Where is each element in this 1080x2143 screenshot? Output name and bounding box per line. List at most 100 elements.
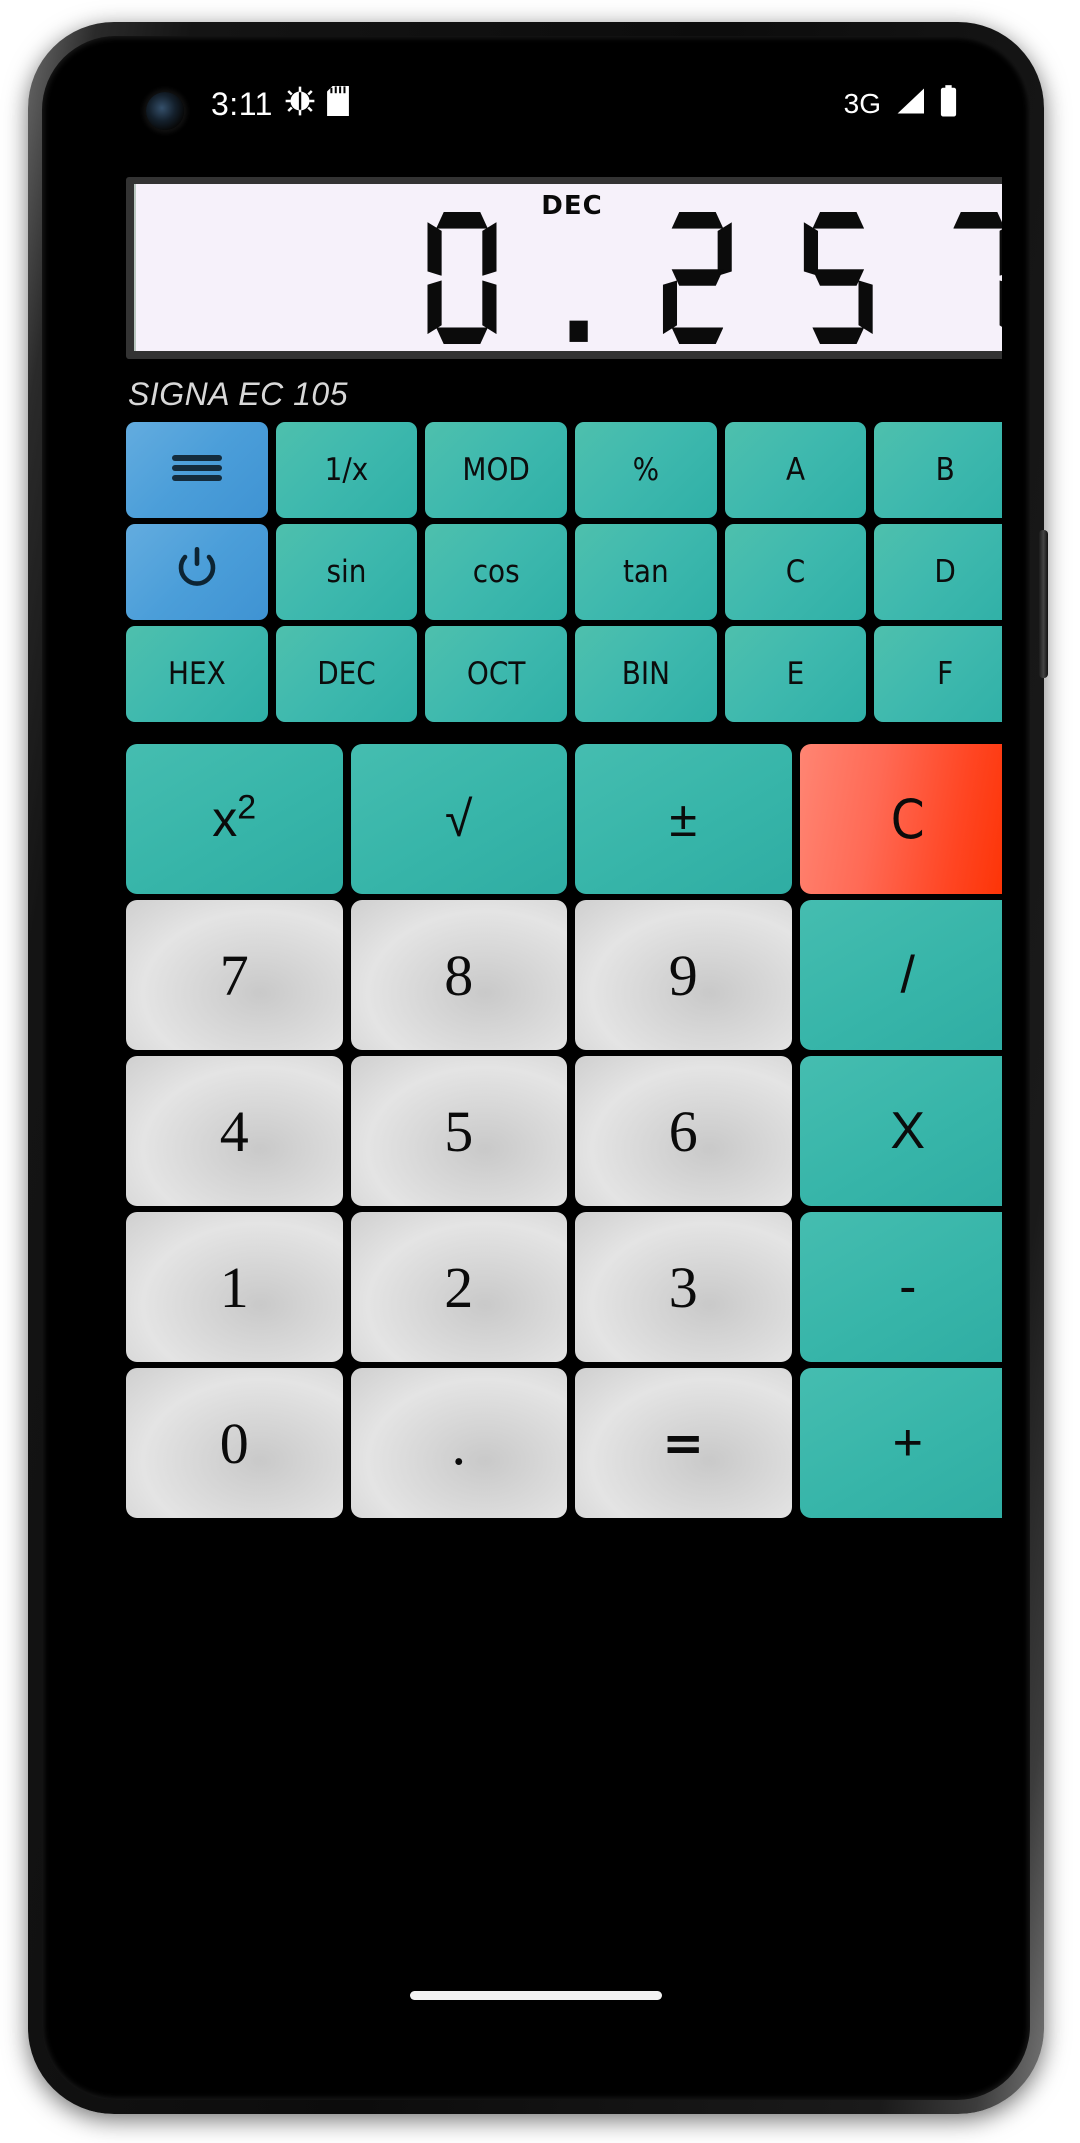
calculator-display-screen[interactable]: DEC — [134, 184, 1002, 351]
display-decimal-point — [567, 212, 592, 344]
key-label: % — [632, 452, 660, 488]
display-digit — [804, 212, 873, 344]
status-bar-left-group: 3:11 — [211, 62, 349, 148]
key-label: 2 — [444, 1254, 474, 1320]
dec-mode-button[interactable]: DEC — [275, 626, 418, 722]
phone-screen: 3:11 3G DEC SIGNA EC 105 1/x MOD % A B s… — [70, 62, 1002, 2074]
digit-1-button[interactable]: 1 — [126, 1212, 343, 1362]
front-camera-icon — [146, 92, 184, 130]
key-label: 4 — [219, 1098, 249, 1164]
display-digit — [428, 212, 497, 344]
phone-frame: 3:11 3G DEC SIGNA EC 105 1/x MOD % A B s… — [28, 22, 1048, 2114]
key-label: 1/x — [324, 452, 369, 488]
status-bar: 3:11 3G — [70, 62, 1002, 148]
bin-mode-button[interactable]: BIN — [575, 626, 717, 722]
key-label: OCT — [466, 656, 526, 692]
mod-button[interactable]: MOD — [425, 422, 567, 518]
key-label: 3 — [668, 1254, 698, 1320]
hex-a-button[interactable]: A — [724, 422, 867, 518]
key-label: B — [935, 452, 955, 488]
power-button[interactable] — [126, 524, 268, 620]
key-label: 1 — [219, 1254, 249, 1320]
key-label: cos — [472, 554, 520, 590]
network-type-label: 3G — [843, 88, 881, 119]
settings-gear-icon — [285, 86, 315, 124]
key-label: 7 — [219, 942, 249, 1008]
calculator-model-name: SIGNA EC 105 — [128, 376, 349, 412]
key-label: x2 — [212, 788, 257, 847]
key-label: C — [785, 554, 806, 590]
key-label: F — [937, 656, 954, 692]
digit-6-button[interactable]: 6 — [575, 1056, 792, 1206]
sign-toggle-button[interactable]: ± — [575, 744, 792, 894]
key-label: + — [892, 1414, 923, 1472]
key-label: 5 — [444, 1098, 474, 1164]
calculator-display-panel: DEC — [126, 177, 1002, 359]
home-gesture-pill[interactable] — [410, 1991, 662, 2000]
digit-8-button[interactable]: 8 — [350, 900, 567, 1050]
sqrt-button[interactable]: √ — [350, 744, 567, 894]
key-label: C — [890, 787, 925, 851]
display-digit — [945, 212, 1002, 344]
key-label: = — [662, 1414, 705, 1472]
key-label: X — [890, 1102, 926, 1160]
key-label: D — [934, 554, 956, 590]
key-label: . — [451, 1412, 467, 1477]
key-label: DEC — [317, 656, 376, 692]
sd-card-icon — [326, 86, 349, 124]
divide-button[interactable]: / — [799, 900, 1002, 1050]
status-bar-right-group: 3G — [844, 62, 958, 148]
cos-button[interactable]: cos — [425, 524, 567, 620]
key-label: E — [786, 656, 805, 692]
multiply-button[interactable]: X — [799, 1056, 1002, 1206]
hex-e-button[interactable]: E — [724, 626, 867, 722]
key-label: / — [900, 946, 915, 1004]
menu-button[interactable] — [126, 422, 268, 518]
sin-button[interactable]: sin — [275, 524, 418, 620]
key-label-exponent: 2 — [237, 788, 257, 827]
key-label: A — [785, 452, 806, 488]
key-label: 8 — [444, 942, 474, 1008]
key-label: √ — [445, 791, 473, 847]
digit-0-button[interactable]: 0 — [126, 1368, 343, 1518]
reciprocal-button[interactable]: 1/x — [275, 422, 418, 518]
hex-d-button[interactable]: D — [874, 524, 1002, 620]
digit-9-button[interactable]: 9 — [575, 900, 792, 1050]
clear-button[interactable]: C — [799, 744, 1002, 894]
percent-button[interactable]: % — [575, 422, 717, 518]
display-digit — [663, 212, 732, 344]
battery-icon — [939, 85, 958, 125]
status-clock: 3:11 — [211, 86, 273, 122]
digit-7-button[interactable]: 7 — [126, 900, 343, 1050]
hamburger-menu-icon — [170, 446, 224, 494]
key-label: BIN — [621, 656, 670, 692]
subtract-button[interactable]: - — [799, 1212, 1002, 1362]
key-label: MOD — [462, 452, 530, 488]
phone-bezel: 3:11 3G DEC SIGNA EC 105 1/x MOD % A B s… — [42, 36, 1030, 2100]
equals-button[interactable]: = — [575, 1368, 792, 1518]
calculator-app: D E C SIGNA EC 105 1/x MOD % A B sin cos t… — [70, 148, 1002, 2074]
hex-mode-button[interactable]: HEX — [126, 626, 268, 722]
key-label: 6 — [668, 1098, 698, 1164]
digit-5-button[interactable]: 5 — [350, 1056, 567, 1206]
key-label: ± — [669, 791, 697, 847]
digit-2-button[interactable]: 2 — [350, 1212, 567, 1362]
square-button[interactable]: x2 — [126, 744, 343, 894]
digit-3-button[interactable]: 3 — [575, 1212, 792, 1362]
oct-mode-button[interactable]: OCT — [425, 626, 567, 722]
tan-button[interactable]: tan — [575, 524, 717, 620]
key-label: 0 — [219, 1410, 249, 1476]
phone-side-power-button[interactable] — [1039, 530, 1048, 678]
signal-bars-icon — [894, 87, 926, 123]
function-keypad: 1/x MOD% A Bsin cos tan C D HEX DEC OCT BIN E F — [126, 422, 1002, 722]
hex-b-button[interactable]: B — [874, 422, 1002, 518]
key-label: tan — [622, 554, 669, 590]
digit-4-button[interactable]: 4 — [126, 1056, 343, 1206]
main-keypad: x2 √ ± C 7 8 9 / 4 5 6 X 1 2 3 - 0. = + — [126, 744, 1002, 1518]
key-label: HEX — [167, 656, 226, 692]
add-button[interactable]: + — [799, 1368, 1002, 1518]
decimal-point-button[interactable]: . — [350, 1368, 567, 1518]
key-label: 9 — [668, 942, 698, 1008]
hex-f-button[interactable]: F — [874, 626, 1002, 722]
hex-c-button[interactable]: C — [724, 524, 867, 620]
